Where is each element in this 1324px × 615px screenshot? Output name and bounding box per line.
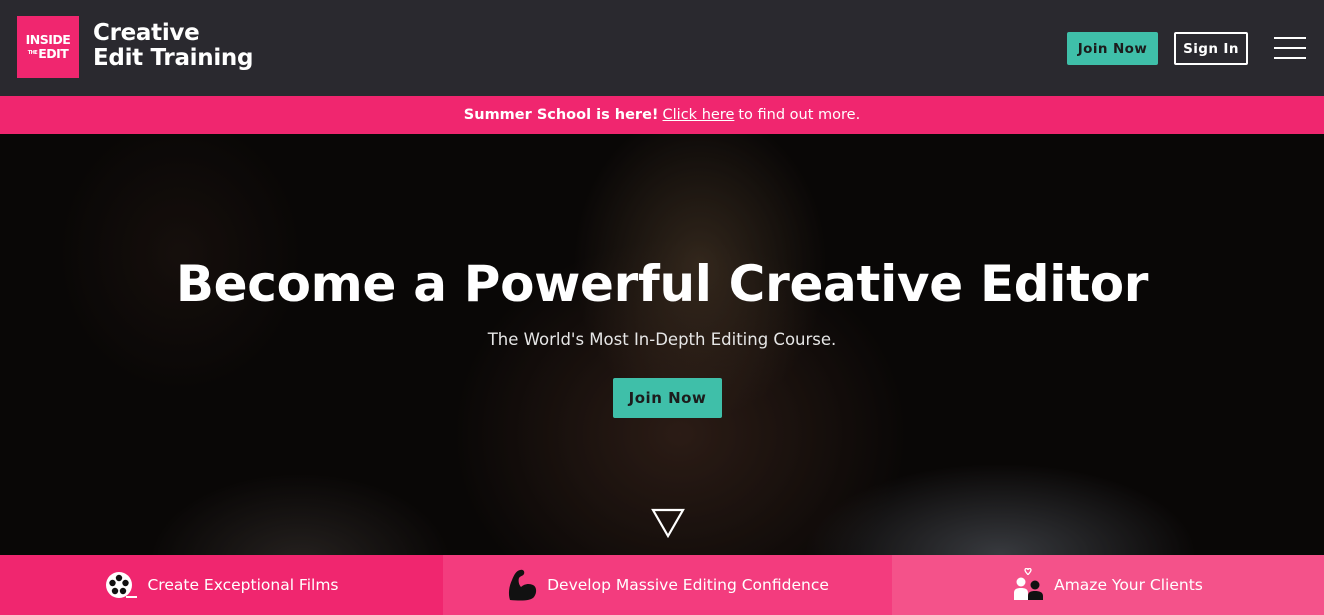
promo-bold-text: Summer School is here!	[463, 107, 659, 123]
flexed-arm-icon	[509, 569, 537, 601]
promo-click-here-link[interactable]: Click here	[663, 107, 735, 123]
sign-in-button[interactable]: Sign In	[1174, 32, 1248, 65]
brand-title[interactable]: Creative Edit Training	[93, 21, 253, 71]
hamburger-icon[interactable]	[1274, 37, 1306, 60]
feature-strip: Create Exceptional Films Develop Massive…	[0, 555, 1324, 615]
promo-banner: Summer School is here! Click here to fin…	[0, 96, 1324, 134]
join-now-header-button[interactable]: Join Now	[1067, 32, 1158, 65]
feature-amaze-clients[interactable]: Amaze Your Clients	[892, 555, 1324, 615]
brand-line-1: Creative	[93, 20, 200, 46]
join-now-hero-button[interactable]: Join Now	[613, 378, 722, 418]
feature-label: Develop Massive Editing Confidence	[547, 576, 829, 594]
feature-label: Amaze Your Clients	[1054, 576, 1203, 594]
logo-the: THE	[27, 50, 38, 57]
hero-subtitle: The World's Most In-Depth Editing Course…	[487, 330, 837, 349]
promo-rest-text: to find out more.	[738, 107, 861, 123]
triangle-down-icon[interactable]	[651, 508, 685, 538]
hero-title: Become a Powerful Creative Editor	[175, 255, 1149, 313]
people-heart-icon	[1014, 568, 1044, 600]
inside-the-edit-logo[interactable]: INSIDE THE EDIT	[17, 16, 79, 78]
feature-editing-confidence[interactable]: Develop Massive Editing Confidence	[443, 555, 892, 615]
feature-create-films[interactable]: Create Exceptional Films	[0, 555, 443, 615]
site-header: INSIDE THE EDIT Creative Edit Training J…	[0, 0, 1324, 96]
logo-line-2: THE EDIT	[27, 45, 69, 61]
hero-section: Become a Powerful Creative Editor The Wo…	[0, 134, 1324, 555]
logo-line-1: INSIDE	[25, 32, 71, 47]
film-reel-icon	[106, 572, 138, 598]
feature-label: Create Exceptional Films	[147, 576, 339, 594]
brand-line-2: Edit Training	[93, 45, 254, 71]
logo-edit: EDIT	[38, 45, 69, 61]
